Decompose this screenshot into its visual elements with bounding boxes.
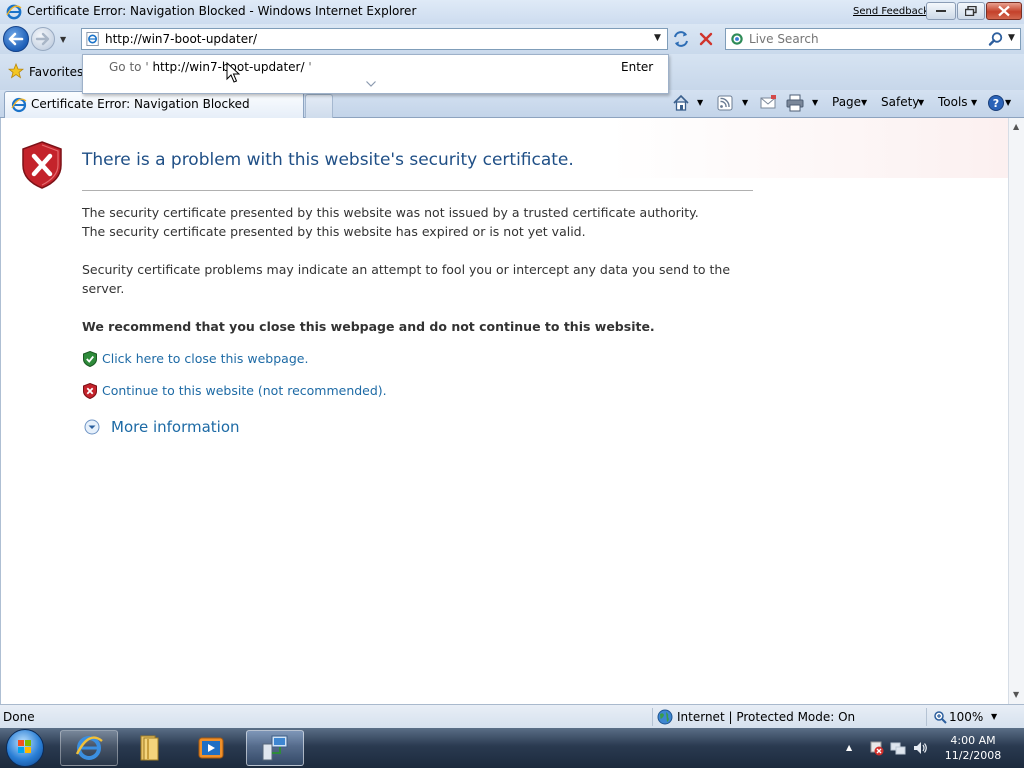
chevron-down-icon: ▼ (861, 98, 868, 107)
safety-menu-label: Safety (881, 95, 920, 109)
navigation-bar: ▼ ▼ ▼ (0, 24, 1024, 54)
volume-icon[interactable] (912, 740, 928, 756)
security-warning-paragraph: Security certificate problems may indica… (82, 262, 731, 296)
action-center-icon[interactable] (868, 740, 884, 756)
search-input[interactable] (749, 30, 984, 48)
safety-menu[interactable]: Safety ▼ (881, 92, 929, 114)
clock[interactable]: 4:00 AM 11/2/2008 (938, 733, 1008, 763)
chevron-down-icon: ▼ (971, 98, 978, 107)
magnifier-icon[interactable] (988, 31, 1004, 47)
address-dropdown-icon[interactable]: ▼ (654, 33, 661, 43)
chevron-down-icon: ▼ (918, 98, 925, 107)
green-shield-icon (83, 351, 97, 367)
favorites-star-icon (8, 63, 24, 79)
search-options-dropdown[interactable]: ▼ (1008, 33, 1015, 43)
more-information-label: More information (111, 418, 240, 436)
recommendation-text: We recommend that you close this webpage… (82, 319, 655, 334)
folder-icon (140, 735, 159, 761)
network-icon[interactable] (890, 740, 906, 756)
continue-website-link[interactable]: Continue to this website (not recommende… (102, 383, 387, 398)
taskbar-windows-explorer[interactable] (121, 730, 179, 766)
globe-icon (657, 709, 673, 725)
help-icon[interactable]: ? (987, 92, 1005, 114)
tools-menu-label: Tools (938, 95, 968, 109)
tab-title: Certificate Error: Navigation Blocked (31, 97, 250, 111)
scroll-up-arrow-icon[interactable]: ▲ (1013, 122, 1019, 131)
start-button[interactable] (6, 729, 44, 767)
network-setup-icon (262, 735, 288, 761)
restore-button[interactable] (957, 2, 985, 20)
page-menu[interactable]: Page ▼ (832, 92, 872, 114)
error-heading: There is a problem with this website's s… (82, 150, 574, 170)
home-icon[interactable] (672, 92, 690, 114)
close-webpage-link[interactable]: Click here to close this webpage. (102, 351, 308, 366)
error-shield-icon (22, 141, 62, 189)
address-bar[interactable]: ▼ (81, 28, 668, 50)
expand-suggestions-icon[interactable] (366, 81, 376, 87)
title-bar: Certificate Error: Navigation Blocked - … (0, 0, 1024, 24)
red-shield-icon (83, 383, 97, 399)
show-hidden-icons-icon[interactable]: ▲ (846, 743, 862, 759)
print-icon[interactable] (786, 92, 804, 114)
send-feedback-link[interactable]: Send Feedback (853, 6, 929, 17)
back-arrow-icon (8, 32, 24, 46)
scroll-down-arrow-icon[interactable]: ▼ (1013, 690, 1019, 699)
zoom-dropdown[interactable]: ▼ (991, 712, 997, 721)
certificate-issue-line: The security certificate presented by th… (82, 205, 699, 220)
taskbar: ▲ 4:00 AM 11/2/2008 (0, 728, 1024, 768)
restore-icon (965, 6, 977, 16)
security-zone-label: Internet | Protected Mode: On (677, 710, 856, 724)
clock-date: 11/2/2008 (944, 749, 1002, 762)
minimize-button[interactable] (926, 2, 956, 20)
favorites-label: Favorites (29, 65, 84, 79)
taskbar-active-app[interactable] (246, 730, 304, 766)
window-title: Certificate Error: Navigation Blocked - … (27, 4, 417, 18)
ie-icon (75, 736, 103, 760)
feeds-icon[interactable] (717, 92, 733, 114)
refresh-icon[interactable] (670, 29, 692, 49)
address-input[interactable] (105, 30, 645, 48)
mail-icon[interactable] (760, 92, 776, 114)
svg-text:?: ? (993, 97, 999, 110)
close-icon (998, 5, 1010, 17)
live-search-icon (731, 33, 743, 45)
status-bar: Done Internet | Protected Mode: On 100% … (0, 704, 1024, 728)
mouse-cursor-icon (226, 62, 240, 83)
page-icon (86, 32, 99, 46)
tab-bar: Certificate Error: Navigation Blocked ▼ … (0, 90, 1024, 118)
close-window-button[interactable] (986, 2, 1022, 20)
vertical-scrollbar[interactable]: ▲ ▼ (1008, 118, 1024, 704)
divider (82, 190, 753, 191)
go-to-prefix: Go to ' (109, 60, 149, 74)
go-to-suffix: ' (308, 60, 312, 74)
tools-menu[interactable]: Tools ▼ (938, 92, 982, 114)
recent-pages-dropdown[interactable]: ▼ (60, 35, 66, 44)
tab-certificate-error[interactable]: Certificate Error: Navigation Blocked (4, 91, 304, 118)
media-player-icon (198, 737, 224, 759)
taskbar-internet-explorer[interactable] (60, 730, 118, 766)
chevron-down-circle-icon (84, 419, 100, 435)
back-button[interactable] (3, 26, 29, 52)
windows-orb-icon (18, 740, 31, 753)
ie-icon (6, 4, 22, 20)
forward-arrow-icon (35, 32, 50, 46)
search-box[interactable]: ▼ (725, 28, 1021, 50)
status-text: Done (3, 710, 35, 724)
certificate-expired-line: The security certificate presented by th… (82, 224, 586, 239)
address-autocomplete[interactable]: Go to ' http://win7-boot-updater/ ' Ente… (82, 54, 669, 94)
minimize-icon (936, 10, 946, 12)
taskbar-media-player[interactable] (182, 730, 240, 766)
page-content: There is a problem with this website's s… (0, 118, 1016, 704)
stop-icon[interactable] (695, 29, 717, 49)
certificate-details: The security certificate presented by th… (82, 203, 742, 241)
go-to-suggestion[interactable]: Go to ' http://win7-boot-updater/ ' (109, 60, 312, 74)
forward-button[interactable] (31, 27, 55, 51)
page-menu-label: Page (832, 95, 862, 109)
zoom-level: 100% (949, 710, 984, 724)
clock-time: 4:00 AM (950, 734, 996, 747)
enter-hint: Enter (621, 60, 654, 74)
new-tab-button[interactable] (305, 94, 333, 118)
ie-icon (11, 97, 27, 113)
zoom-icon (934, 711, 947, 724)
